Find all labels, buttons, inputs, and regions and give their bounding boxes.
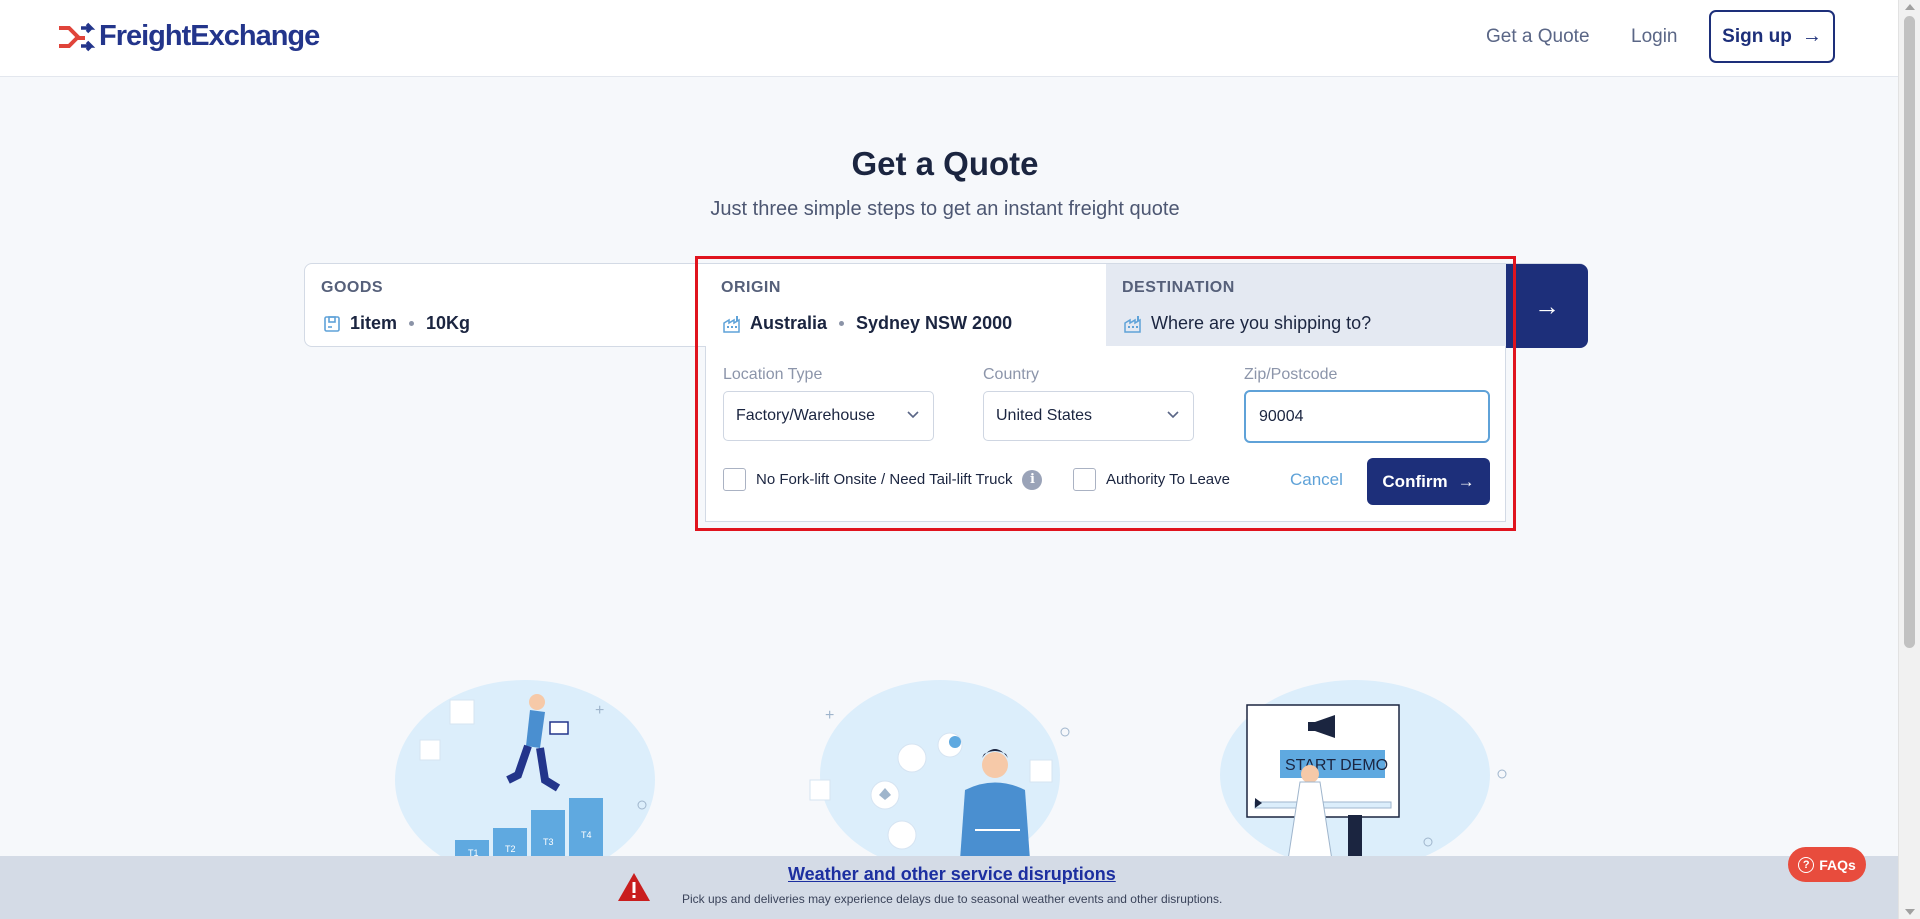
zip-input[interactable] <box>1244 390 1490 443</box>
goods-value: 1item 10Kg <box>322 313 470 334</box>
svg-text:+: + <box>595 702 604 719</box>
country-label: Country <box>983 366 1040 383</box>
question-icon: ? <box>1798 856 1815 873</box>
page-title: Get a Quote <box>851 145 1039 182</box>
demo-text: START DEMO <box>1285 757 1388 774</box>
signup-button[interactable]: Sign up → <box>1709 10 1835 63</box>
quote-bar: GOODS 1item 10Kg ORIGIN Australia Sydney… <box>304 263 1588 348</box>
authority-label: Authority To Leave <box>1106 471 1230 488</box>
goods-segment[interactable]: GOODS 1item 10Kg <box>305 264 705 348</box>
origin-label: ORIGIN <box>721 279 781 296</box>
chevron-down-icon <box>1167 411 1179 419</box>
step-label: T4 <box>581 830 592 840</box>
goods-label: GOODS <box>321 279 384 296</box>
confirm-button[interactable]: Confirm → <box>1367 458 1490 505</box>
country-value: United States <box>996 407 1093 424</box>
scroll-thumb[interactable] <box>1904 16 1915 648</box>
separator-dot <box>839 321 845 326</box>
origin-segment[interactable]: ORIGIN Australia Sydney NSW 2000 <box>706 264 1106 348</box>
authority-option: Authority To Leave <box>1073 468 1230 491</box>
info-icon[interactable]: i <box>1022 469 1043 490</box>
header: FreightExchange Get a Quote Login Sign u… <box>0 0 1898 77</box>
banner-title[interactable]: Weather and other service disruptions <box>788 864 1116 885</box>
origin-country: Australia <box>750 313 828 333</box>
location-type-value: Factory/Warehouse <box>736 407 876 424</box>
arrow-right-icon: → <box>1801 25 1822 47</box>
location-type-label: Location Type <box>723 366 823 383</box>
destination-label: DESTINATION <box>1122 279 1235 296</box>
goods-items: 1item <box>350 313 398 333</box>
faq-label: FAQs <box>1819 856 1856 873</box>
box-icon <box>324 315 340 332</box>
cancel-button[interactable]: Cancel <box>1290 470 1343 490</box>
destination-value: Where are you shipping to? <box>1123 313 1371 334</box>
steps-illustration: + T1 T2 T3 T4 <box>395 680 655 860</box>
origin-value: Australia Sydney NSW 2000 <box>722 313 1012 334</box>
step-label: T3 <box>543 837 554 847</box>
logo-text: FreightExchange <box>99 20 320 52</box>
forklift-label: No Fork-lift Onsite / Need Tail-lift Tru… <box>756 471 1013 488</box>
location-type-select[interactable]: Factory/Warehouse <box>723 391 934 441</box>
page-subtitle: Just three simple steps to get an instan… <box>710 198 1180 220</box>
arrow-right-icon: → <box>1457 471 1475 491</box>
scroll-down-icon[interactable] <box>1905 909 1915 915</box>
chevron-down-icon <box>907 411 919 419</box>
zip-label: Zip/Postcode <box>1244 366 1338 383</box>
factory-icon <box>1124 315 1141 333</box>
nav-get-quote[interactable]: Get a Quote <box>1486 26 1590 48</box>
destination-placeholder: Where are you shipping to? <box>1151 313 1372 333</box>
logo[interactable]: FreightExchange <box>57 20 320 53</box>
authority-checkbox[interactable] <box>1073 468 1096 491</box>
demo-illustration: START DEMO <box>1220 680 1507 860</box>
origin-place: Sydney NSW 2000 <box>856 313 1013 333</box>
warning-icon <box>618 873 650 901</box>
logo-mark-icon <box>59 22 96 51</box>
goods-weight: 10Kg <box>426 313 471 333</box>
scroll-up-icon[interactable] <box>1905 4 1915 10</box>
faq-button[interactable]: ? FAQs <box>1788 847 1866 882</box>
agent-illustration: + <box>809 680 1070 860</box>
page: FreightExchange Get a Quote Login Sign u… <box>0 0 1898 919</box>
nav-login[interactable]: Login <box>1631 26 1678 48</box>
scrollbar[interactable] <box>1898 0 1920 919</box>
disruption-banner: Weather and other service disruptions Pi… <box>0 856 1898 919</box>
destination-segment[interactable]: DESTINATION Where are you shipping to? <box>1106 264 1506 348</box>
banner-text: Pick ups and deliveries may experience d… <box>682 892 1223 906</box>
go-button[interactable]: → <box>1506 264 1588 348</box>
confirm-label: Confirm <box>1382 471 1448 491</box>
separator-dot <box>409 321 415 326</box>
forklift-checkbox[interactable] <box>723 468 746 491</box>
step-label: T2 <box>505 844 516 854</box>
country-select[interactable]: United States <box>983 391 1194 441</box>
destination-panel: Location Type Factory/Warehouse Country … <box>705 346 1506 522</box>
factory-icon <box>723 315 740 333</box>
svg-text:+: + <box>825 707 834 724</box>
forklift-option: No Fork-lift Onsite / Need Tail-lift Tru… <box>723 468 1043 491</box>
signup-label: Sign up <box>1722 25 1792 47</box>
arrow-right-icon: → <box>1534 290 1560 321</box>
